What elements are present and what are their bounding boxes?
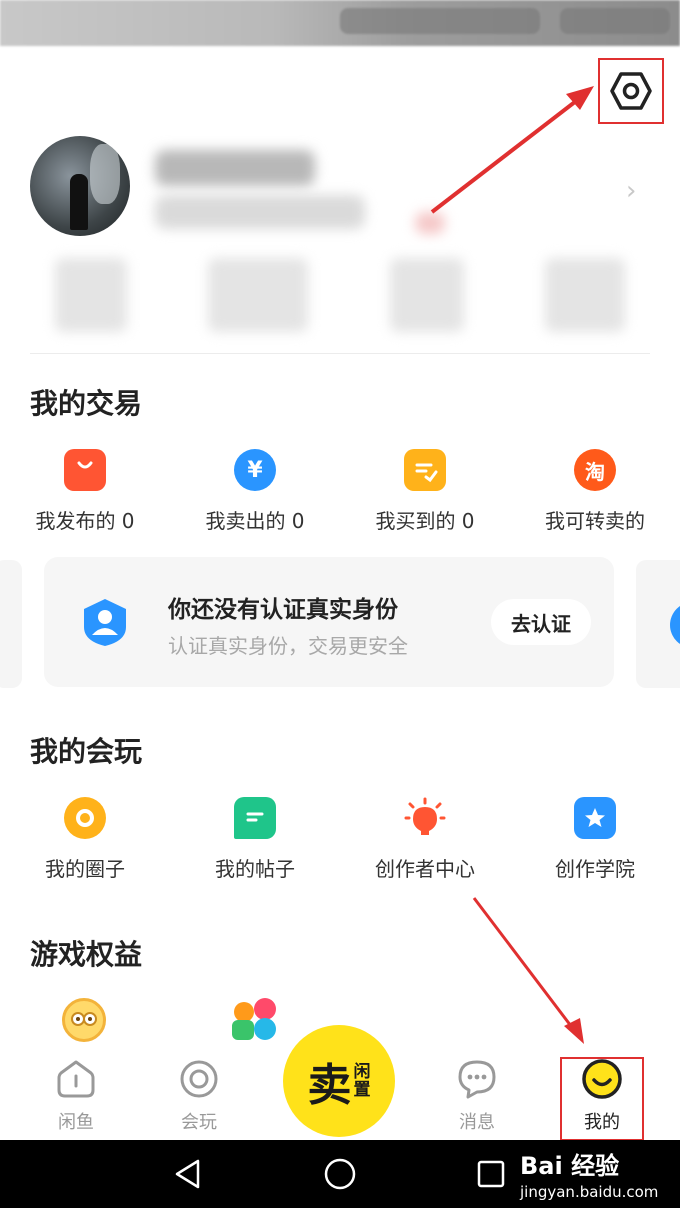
carousel-prev-card[interactable] [0,560,22,688]
sell-button-label: 卖 [307,1060,352,1111]
play-creator-center-label: 创作者中心 [375,857,475,881]
chat-bubble-icon [458,1060,496,1099]
verify-identity-card[interactable]: 你还没有认证真实身份 认证真实身份，交易更安全 去认证 [44,557,614,687]
carousel-next-card[interactable] [636,560,680,688]
taobao-icon: 淘 [574,449,616,491]
trade-published[interactable]: 我发布的 0 [0,449,170,534]
order-check-icon [404,449,446,491]
section-title-game: 游戏权益 [30,938,143,971]
tab-play-label: 会玩 [181,1112,217,1133]
shopping-bag-icon [64,449,106,491]
annotation-highlight-mine-tab [560,1057,644,1141]
trade-published-label: 我发布的 0 [35,509,135,533]
profile-blur-mark [415,212,445,234]
verify-card-title: 你还没有认证真实身份 [168,597,398,623]
fish-home-icon [57,1060,95,1098]
baidu-jingyan-watermark: Bai 经验 jingyan.baidu.com [520,1146,658,1201]
user-shield-icon [84,599,126,646]
trade-resellable[interactable]: 淘 我可转卖的 [510,449,680,534]
arrow-to-mine-tab [472,897,584,1044]
play-my-circles-label: 我的圈子 [45,857,125,881]
play-my-posts-label: 我的帖子 [215,857,295,881]
tab-play[interactable]: 会玩 [154,1058,244,1134]
profile-stats-blurred [0,258,680,332]
tab-messages[interactable]: 消息 [432,1058,522,1134]
target-icon [180,1060,218,1098]
trade-sold-label: 我卖出的 0 [205,509,305,533]
annotation-highlight-settings [598,58,664,124]
circle-icon [64,797,106,839]
watermark-line1: Bai 经验 [520,1152,620,1180]
watermark-line2: jingyan.baidu.com [520,1183,659,1201]
tab-messages-label: 消息 [459,1112,495,1133]
sell-button-sub-bottom: 置 [353,1080,371,1100]
chevron-right-icon[interactable]: › [626,176,636,206]
section-title-play: 我的会玩 [30,735,143,768]
username-blurred [155,150,315,186]
avatar[interactable] [30,136,130,236]
divider [30,353,650,354]
lightbulb-icon [404,797,446,839]
trade-sold[interactable]: ¥ 我卖出的 0 [170,449,340,534]
trade-bought[interactable]: 我买到的 0 [340,449,510,534]
trade-resellable-label: 我可转卖的 [545,509,645,533]
trade-bought-label: 我买到的 0 [375,509,475,533]
play-my-circles[interactable]: 我的圈子 [0,797,170,882]
arrow-to-settings [430,86,594,214]
game-owl-icon[interactable] [62,998,106,1042]
sell-button-sub-top: 闲 [353,1062,371,1082]
tab-home[interactable]: 闲鱼 [31,1058,121,1134]
game-blocks-icon[interactable] [230,998,280,1044]
play-creator-center[interactable]: 创作者中心 [340,797,510,882]
section-title-trade: 我的交易 [30,387,143,420]
star-icon [574,797,616,839]
status-bar [0,0,680,46]
yen-icon: ¥ [234,449,276,491]
home-circle-icon[interactable] [323,1157,357,1191]
play-creator-academy-label: 创作学院 [555,857,635,881]
verify-card-subtitle: 认证真实身份，交易更安全 [168,634,408,658]
play-creator-academy[interactable]: 创作学院 [510,797,680,882]
sell-button[interactable]: 卖 闲 置 [283,1025,395,1137]
verify-button[interactable]: 去认证 [491,599,591,645]
recents-square-icon[interactable] [476,1159,506,1189]
back-icon[interactable] [172,1158,204,1190]
profile-info-blurred [155,195,365,229]
post-icon [234,797,276,839]
play-my-posts[interactable]: 我的帖子 [170,797,340,882]
tab-home-label: 闲鱼 [58,1112,94,1133]
